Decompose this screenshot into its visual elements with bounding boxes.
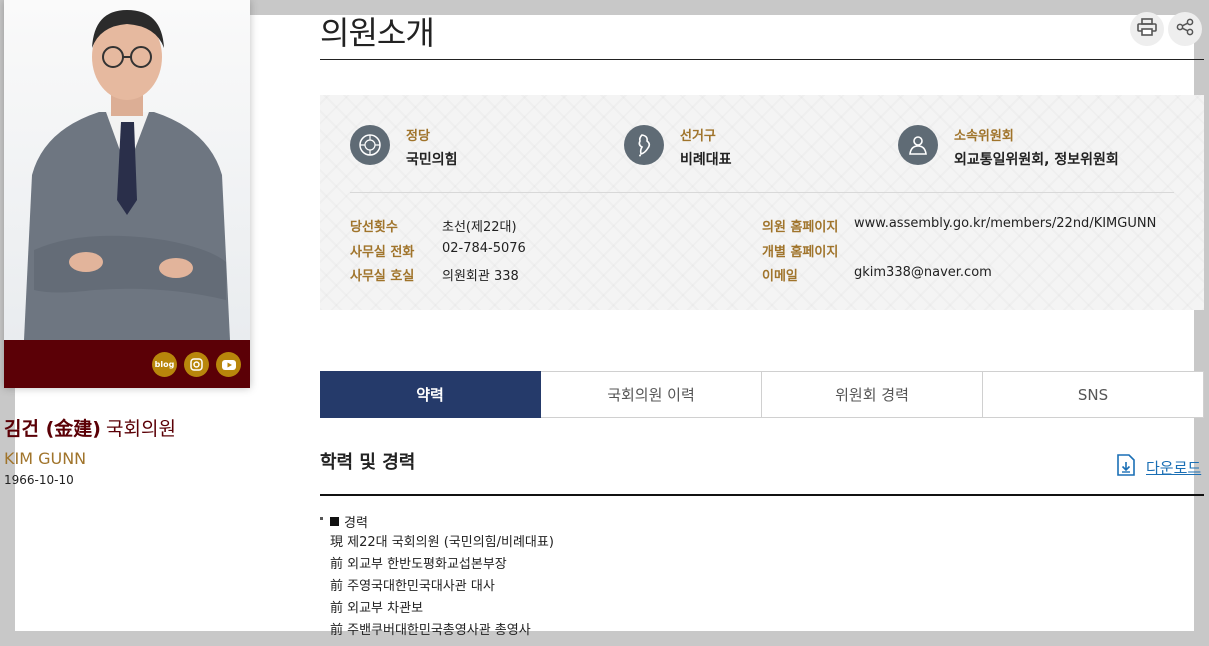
member-birth: 1966-10-10 <box>4 473 74 487</box>
print-button[interactable] <box>1130 12 1164 46</box>
career-heading-label: 경력 <box>344 515 368 531</box>
info-row-key: 개별 홈페이지 <box>762 245 839 260</box>
download-icon <box>1116 454 1136 480</box>
member-name-en: KIM GUNN <box>4 449 87 468</box>
tab-committee-career[interactable]: 위원회 경력 <box>762 371 983 418</box>
sns-bar: blog <box>4 340 250 388</box>
share-button[interactable] <box>1168 12 1202 46</box>
list-item: 現 제22대 국회의원 (국민의힘/비례대표) <box>330 535 554 550</box>
tab-bar: 약력 국회의원 이력 위원회 경력 SNS <box>320 371 1204 418</box>
tab-profile[interactable]: 약력 <box>320 371 541 418</box>
committee-value: 외교통일위원회, 정보위원회 <box>954 152 1119 168</box>
party-emblem-icon <box>350 125 390 165</box>
list-item: 前 주밴쿠버대한민국총영사관 총영사 <box>330 623 531 638</box>
district-value: 비례대표 <box>680 152 732 168</box>
korea-map-icon <box>624 125 664 165</box>
homepage-link[interactable]: www.assembly.go.kr/members/22nd/KIMGUNN <box>854 216 1156 231</box>
member-name: 김건 (金建) <box>4 418 101 440</box>
info-row-key: 의원 홈페이지 <box>762 220 839 235</box>
info-row-value: 초선(제22대) <box>442 220 517 235</box>
career-list: 경력 現 제22대 국회의원 (국민의힘/비례대표) 前 외교부 한반도평화교섭… <box>320 510 554 642</box>
info-row-key: 사무실 호실 <box>350 269 415 284</box>
member-title: 국회의원 <box>106 418 176 440</box>
info-row-key: 사무실 전화 <box>350 245 415 260</box>
bullet-icon <box>320 516 323 520</box>
share-icon <box>1176 18 1194 40</box>
blog-label: blog <box>154 360 175 369</box>
section-title: 학력 및 경력 <box>320 452 416 473</box>
person-icon <box>898 125 938 165</box>
info-divider <box>350 192 1174 193</box>
district-label: 선거구 <box>680 129 716 144</box>
square-bullet-icon <box>330 516 339 526</box>
tab-assembly-history[interactable]: 국회의원 이력 <box>541 371 762 418</box>
list-item: 前 외교부 차관보 <box>330 601 424 616</box>
blog-button[interactable]: blog <box>152 352 177 377</box>
career-heading: 경력 <box>320 510 554 532</box>
info-row-key: 당선횟수 <box>350 220 398 235</box>
party-label: 정당 <box>406 129 430 144</box>
tab-sns[interactable]: SNS <box>983 371 1204 418</box>
printer-icon <box>1137 18 1157 40</box>
title-divider <box>320 59 1204 60</box>
download-label: 다운로드 <box>1146 458 1202 477</box>
info-row-key: 이메일 <box>762 269 798 284</box>
list-item: 前 주영국대한민국대사관 대사 <box>330 579 495 594</box>
member-info-panel: 정당 국민의힘 선거구 비례대표 소속위원회 외교통일위원회, 정보위원회 당선… <box>320 95 1204 310</box>
email-link[interactable]: gkim338@naver.com <box>854 265 992 280</box>
committee-label: 소속위원회 <box>954 129 1014 144</box>
info-row-value: 02-784-5076 <box>442 241 526 256</box>
page-title: 의원소개 <box>320 14 435 52</box>
party-value: 국민의힘 <box>406 152 458 168</box>
list-item: 前 외교부 한반도평화교섭본부장 <box>330 557 507 572</box>
profile-card: blog <box>4 0 250 388</box>
info-row-value: 의원회관 338 <box>442 269 519 284</box>
instagram-icon[interactable] <box>184 352 209 377</box>
profile-photo <box>4 0 250 340</box>
member-name-block: 김건 (金建) 국회의원 KIM GUNN 1966-10-10 <box>4 414 176 487</box>
download-button[interactable]: 다운로드 <box>1116 454 1201 480</box>
section-divider <box>320 494 1204 496</box>
youtube-icon[interactable] <box>216 352 241 377</box>
